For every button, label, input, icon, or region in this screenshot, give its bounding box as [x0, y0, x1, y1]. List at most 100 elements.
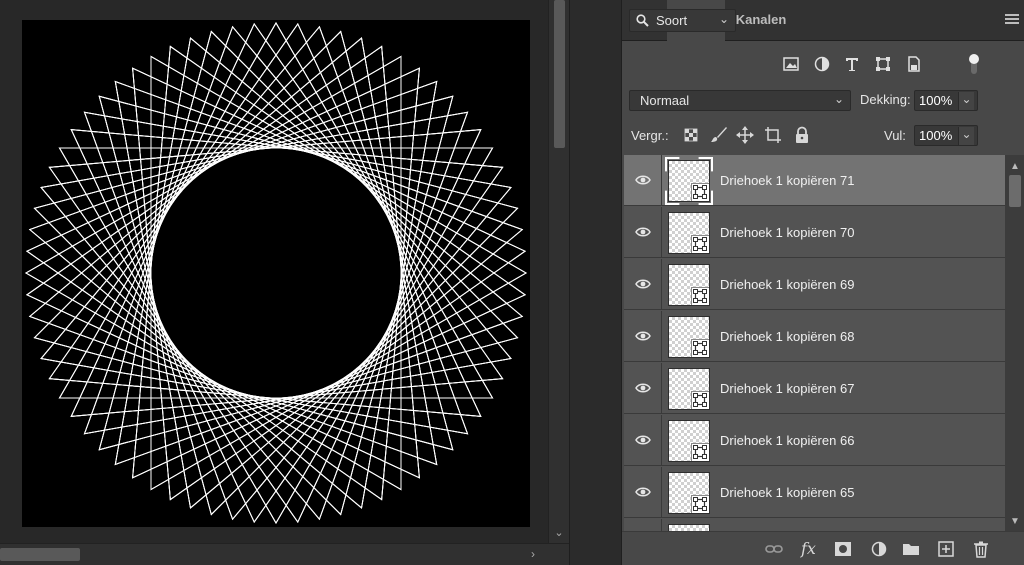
layer-row[interactable]: Driehoek 1 kopiëren 69: [624, 259, 1005, 310]
lock-image-pixels-icon[interactable]: [710, 126, 728, 144]
visibility-toggle[interactable]: [624, 155, 662, 206]
pixel-layer-filter-icon[interactable]: [782, 55, 800, 73]
shape-layer-badge-icon: [691, 495, 709, 513]
vertical-scroll-thumb[interactable]: [554, 0, 565, 148]
layer-thumbnail[interactable]: [668, 212, 710, 254]
spirograph-triangle: [25, 45, 420, 479]
lock-artboard-icon[interactable]: [764, 126, 782, 144]
layer-thumbnail[interactable]: [668, 368, 710, 410]
spirograph-triangle: [33, 95, 454, 516]
spirograph-triangle: [48, 129, 482, 524]
spirograph-triangle: [70, 129, 504, 524]
visibility-toggle[interactable]: [624, 415, 662, 466]
opacity-label: Dekking:: [860, 92, 911, 107]
chevron-down-icon: ⌄: [718, 12, 729, 26]
canvas-area[interactable]: [0, 0, 548, 543]
shape-layer-badge-icon: [691, 339, 709, 357]
scroll-right-arrow-icon[interactable]: ›: [527, 548, 539, 560]
type-layer-filter-icon[interactable]: [843, 55, 861, 73]
layer-thumbnail[interactable]: [668, 316, 710, 358]
scroll-down-arrow-icon[interactable]: ▼: [1010, 516, 1020, 527]
layer-row[interactable]: Driehoek 1 kopiëren 71: [624, 155, 1005, 206]
layer-thumbnail[interactable]: [668, 524, 710, 531]
panel-menu-icon[interactable]: [1005, 14, 1019, 26]
opacity-value: 100%: [919, 93, 953, 108]
layer-thumbnail[interactable]: [668, 264, 710, 306]
layer-name[interactable]: Driehoek 1 kopiëren 71: [720, 173, 854, 188]
fx-icon[interactable]: fx: [801, 540, 819, 558]
visibility-toggle[interactable]: [624, 259, 662, 310]
layers-scroll-thumb[interactable]: [1009, 175, 1021, 207]
opacity-field[interactable]: 100% ⌄: [914, 90, 978, 111]
layer-thumbnail[interactable]: [668, 420, 710, 462]
visibility-toggle[interactable]: [624, 207, 662, 258]
visibility-toggle[interactable]: [624, 519, 662, 531]
fill-field[interactable]: 100% ⌄: [914, 125, 978, 146]
spirograph-triangle: [48, 129, 482, 524]
spirograph-triangle: [98, 95, 519, 516]
eye-visibility-icon[interactable]: [635, 174, 651, 186]
search-icon: [636, 14, 649, 27]
layer-mask-icon[interactable]: [834, 540, 852, 558]
layer-row[interactable]: Driehoek 1 kopiëren 70: [624, 207, 1005, 258]
adjustment-layer-icon[interactable]: [870, 540, 888, 558]
layer-row[interactable]: Driehoek 1 kopiëren 65: [624, 467, 1005, 518]
chevron-down-icon[interactable]: ⌄: [958, 127, 974, 145]
visibility-toggle[interactable]: [624, 311, 662, 362]
spirograph-triangle: [33, 30, 454, 451]
lock-transparent-pixels-icon[interactable]: [682, 126, 700, 144]
fill-value: 100%: [919, 128, 953, 143]
layers-list[interactable]: Driehoek 1 kopiëren 71 Driehoek 1 kopiëre…: [624, 155, 1005, 531]
eye-visibility-icon[interactable]: [635, 486, 651, 498]
layer-name[interactable]: Driehoek 1 kopiëren 65: [720, 485, 854, 500]
visibility-toggle[interactable]: [624, 363, 662, 414]
canvas-horizontal-scrollbar[interactable]: ›: [0, 543, 569, 565]
eye-visibility-icon[interactable]: [635, 330, 651, 342]
filter-kind-select[interactable]: Soort ⌄: [629, 9, 736, 32]
layer-name[interactable]: Driehoek 1 kopiëren 66: [720, 433, 854, 448]
spirograph-triangle: [48, 129, 482, 524]
eye-visibility-icon[interactable]: [635, 382, 651, 394]
layer-thumbnail[interactable]: [668, 160, 710, 202]
panel-gutter: [569, 0, 621, 565]
scroll-up-arrow-icon[interactable]: ▲: [1010, 161, 1020, 172]
group-folder-icon[interactable]: [902, 540, 920, 558]
layer-row[interactable]: Driehoek 1 kopiëren 67: [624, 363, 1005, 414]
layer-name[interactable]: Driehoek 1 kopiëren 70: [720, 225, 854, 240]
visibility-toggle[interactable]: [624, 467, 662, 518]
artboard[interactable]: [22, 20, 530, 527]
eye-visibility-icon[interactable]: [635, 434, 651, 446]
eye-visibility-icon[interactable]: [635, 278, 651, 290]
layer-thumbnail[interactable]: [668, 472, 710, 514]
layer-row-partial[interactable]: [624, 519, 1005, 531]
adjustment-layer-filter-icon[interactable]: [813, 55, 831, 73]
spirograph-triangle: [70, 22, 504, 417]
lock-all-icon[interactable]: [793, 126, 811, 144]
layers-list-scrollbar[interactable]: ▲ ▼: [1005, 155, 1024, 531]
layer-row[interactable]: Driehoek 1 kopiëren 68: [624, 311, 1005, 362]
chevron-down-icon[interactable]: ⌄: [958, 92, 974, 110]
blend-mode-select[interactable]: Normaal ⌄: [629, 90, 851, 111]
spirograph-triangle: [25, 45, 420, 479]
layer-name[interactable]: Driehoek 1 kopiëren 69: [720, 277, 854, 292]
layer-name[interactable]: Driehoek 1 kopiëren 67: [720, 381, 854, 396]
eye-visibility-icon[interactable]: [635, 226, 651, 238]
horizontal-scroll-thumb[interactable]: [0, 548, 80, 561]
spirograph-triangle: [132, 67, 527, 501]
tab-kanalen[interactable]: Kanalen: [726, 0, 796, 41]
layers-panel: 3D Lagen Kanalen Soort ⌄: [621, 0, 1024, 565]
shape-layer-filter-icon[interactable]: [874, 55, 892, 73]
canvas-vertical-scrollbar[interactable]: ⌄: [548, 0, 569, 543]
layer-name[interactable]: Driehoek 1 kopiëren 68: [720, 329, 854, 344]
link-layers-icon[interactable]: [765, 540, 783, 558]
filter-toggle-switch[interactable]: [968, 52, 980, 76]
blend-mode-value: Normaal: [640, 93, 690, 108]
trash-icon[interactable]: [972, 540, 990, 558]
scroll-down-arrow-icon[interactable]: ⌄: [553, 527, 565, 539]
layer-row[interactable]: Driehoek 1 kopiëren 66: [624, 415, 1005, 466]
spirograph-artwork: [25, 22, 527, 524]
smart-object-filter-icon[interactable]: [905, 55, 923, 73]
lock-position-icon[interactable]: [736, 126, 754, 144]
new-layer-icon[interactable]: [937, 540, 955, 558]
spirograph-triangle: [132, 67, 527, 501]
